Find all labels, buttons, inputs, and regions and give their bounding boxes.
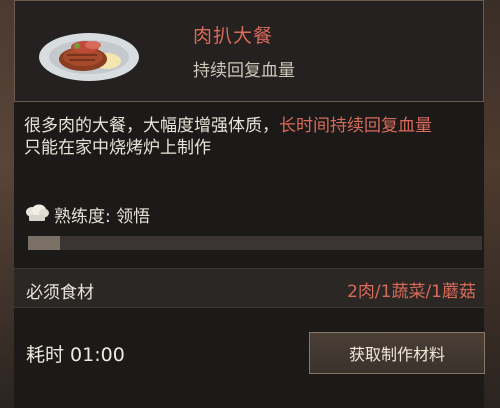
description-highlight: 长时间持续回复血量	[279, 116, 432, 136]
description-line2: 只能在家中烧烤炉上制作	[24, 138, 211, 158]
craft-time: 耗时 01:00	[26, 344, 125, 366]
ingredients-row: 必须食材 2肉/1蔬菜/1蘑菇	[14, 268, 484, 308]
proficiency-row: 熟练度: 领悟	[24, 202, 151, 227]
steak-plate-icon	[37, 25, 141, 85]
recipe-panel: 肉扒大餐 持续回复血量 很多肉的大餐，大幅度增强体质，长时间持续回复血量 只能在…	[14, 0, 485, 408]
chef-hat-icon	[24, 204, 50, 224]
item-name: 肉扒大餐	[193, 25, 274, 47]
proficiency-progress-bar	[28, 236, 482, 250]
background-right	[484, 0, 500, 408]
item-description: 很多肉的大餐，大幅度增强体质，长时间持续回复血量 只能在家中烧烤炉上制作	[24, 115, 484, 159]
proficiency-label: 熟练度: 领悟	[54, 206, 151, 227]
proficiency-progress-fill	[28, 236, 60, 250]
ingredients-label: 必须食材	[26, 283, 94, 303]
background-left	[0, 0, 14, 408]
get-materials-button[interactable]: 获取制作材料	[309, 332, 485, 374]
description-text: 很多肉的大餐，大幅度增强体质，	[24, 116, 279, 136]
item-header: 肉扒大餐 持续回复血量	[14, 0, 484, 102]
ingredients-value: 2肉/1蔬菜/1蘑菇	[347, 282, 476, 302]
item-effect: 持续回复血量	[193, 61, 295, 81]
